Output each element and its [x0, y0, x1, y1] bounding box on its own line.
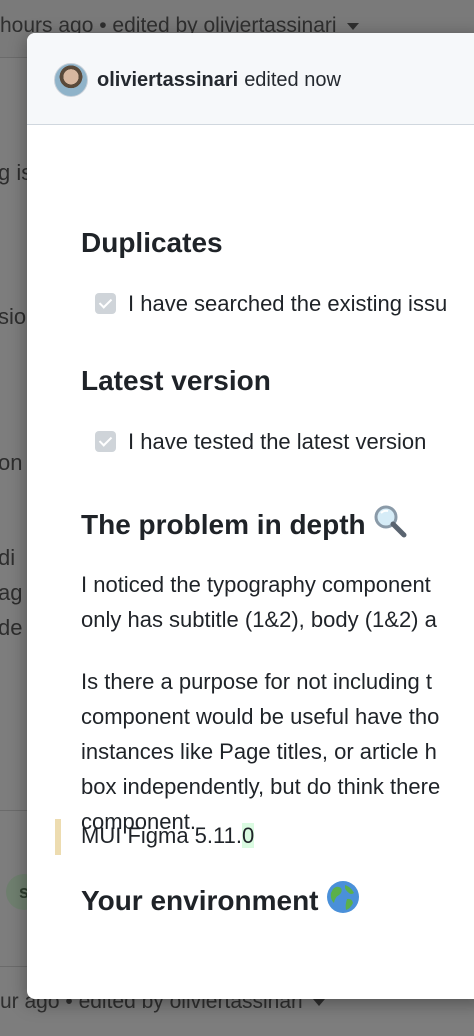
background-text-fragment: de — [0, 615, 23, 640]
checked-checkbox-icon — [95, 293, 116, 314]
duplicates-task-label: I have searched the existing issu — [128, 291, 448, 316]
background-divider — [0, 966, 28, 967]
caret-down-icon — [346, 22, 359, 30]
modal-header: oliviertassinari edited now — [27, 33, 474, 125]
edit-action-text: edited now — [244, 69, 341, 91]
checked-checkbox-icon — [95, 431, 116, 452]
environment-text: MUI Figma 5.11.0 — [81, 823, 255, 848]
environment-heading: Your environment — [81, 879, 361, 917]
background-text-fragment: sio — [0, 304, 27, 329]
modal-header-text: oliviertassinari edited now — [97, 69, 341, 92]
edit-history-modal: oliviertassinari edited now Duplicates I … — [27, 33, 474, 999]
diff-added-text: 0 — [241, 823, 255, 848]
latest-version-heading: Latest version — [81, 365, 271, 396]
problem-heading: The problem in depth — [81, 503, 408, 541]
editor-username[interactable]: oliviertassinari — [97, 69, 238, 91]
duplicates-heading: Duplicates — [81, 227, 223, 258]
duplicates-task: I have searched the existing issu — [95, 291, 447, 317]
caret-down-icon — [312, 998, 325, 1006]
background-text-fragment: on — [0, 450, 23, 475]
problem-paragraph-1: I noticed the typography component only … — [81, 572, 437, 632]
quote-bar — [55, 819, 61, 855]
background-divider — [0, 810, 28, 811]
background-text-fragment: di — [0, 545, 16, 570]
magnifying-glass-emoji-icon — [374, 505, 407, 538]
latest-version-task: I have tested the latest version — [95, 429, 426, 455]
background-text-fragment: ag — [0, 580, 23, 605]
globe-emoji-icon — [326, 881, 359, 913]
latest-version-task-label: I have tested the latest version — [128, 429, 427, 454]
problem-paragraph-2: Is there a purpose for not including t c… — [81, 669, 441, 834]
avatar[interactable] — [54, 63, 88, 97]
